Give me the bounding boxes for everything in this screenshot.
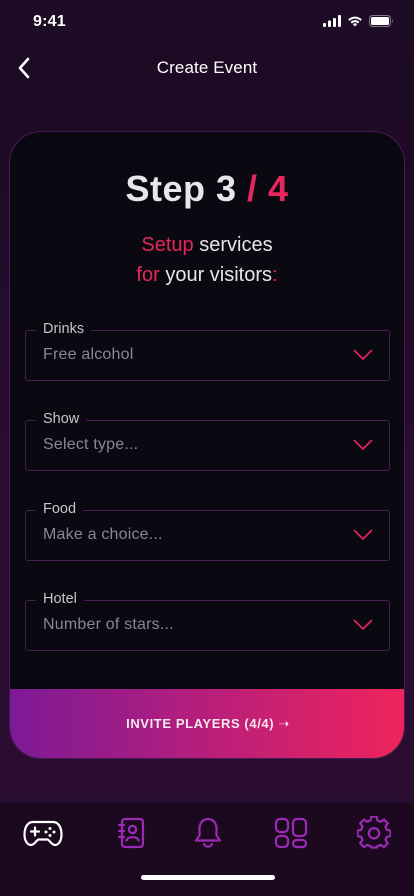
contacts-icon bbox=[117, 817, 145, 849]
wifi-icon bbox=[348, 16, 362, 27]
nav-notifications[interactable] bbox=[186, 815, 230, 851]
home-indicator bbox=[141, 875, 275, 880]
gamepad-icon bbox=[23, 820, 63, 847]
bell-icon bbox=[194, 817, 222, 848]
chevron-down-icon bbox=[353, 619, 373, 630]
hotel-label: Hotel bbox=[36, 590, 84, 608]
step-indicator: Step 3 / 4 bbox=[10, 168, 404, 210]
cellular-signal-icon bbox=[323, 15, 341, 27]
chevron-down-icon bbox=[353, 349, 373, 360]
drinks-label: Drinks bbox=[36, 320, 92, 338]
food-value: Make a choice... bbox=[43, 526, 163, 543]
subtitle-accent-for: for bbox=[136, 264, 160, 286]
food-select[interactable]: Food Make a choice... bbox=[25, 500, 390, 561]
page-title: Create Event bbox=[156, 58, 258, 77]
subtitle-text-visitors: your visitors bbox=[159, 264, 273, 286]
subtitle-line-2: for your visitors: bbox=[10, 260, 404, 290]
nav-dashboard[interactable] bbox=[269, 815, 313, 851]
hotel-select[interactable]: Hotel Number of stars... bbox=[25, 590, 390, 651]
header: Create Event bbox=[0, 44, 414, 92]
subtitle-colon: : bbox=[272, 264, 278, 286]
chevron-down-icon bbox=[353, 529, 373, 540]
hotel-value: Number of stars... bbox=[43, 616, 174, 633]
show-value: Select type... bbox=[43, 436, 139, 453]
drinks-value: Free alcohol bbox=[43, 346, 134, 363]
chevron-down-icon bbox=[353, 439, 373, 450]
dashboard-icon bbox=[274, 817, 308, 849]
subtitle-text-services: services bbox=[193, 234, 273, 256]
subtitle-line-1: Setup services bbox=[10, 230, 404, 260]
status-time: 9:41 bbox=[33, 13, 66, 30]
show-label: Show bbox=[36, 410, 87, 428]
step-separator: / bbox=[236, 168, 269, 209]
step-current: Step 3 bbox=[125, 168, 237, 209]
bottom-nav bbox=[0, 803, 414, 896]
services-card: Step 3 / 4 Setup services for your visit… bbox=[9, 131, 405, 759]
invite-players-button[interactable]: INVITE PLAYERS (4/4) ➝ bbox=[10, 689, 404, 758]
status-bar: 9:41 bbox=[0, 0, 414, 44]
food-label: Food bbox=[36, 500, 84, 518]
show-select[interactable]: Show Select type... bbox=[25, 410, 390, 471]
gear-icon bbox=[357, 816, 391, 849]
nav-games[interactable] bbox=[21, 815, 65, 851]
nav-contacts[interactable] bbox=[109, 815, 153, 851]
status-icons bbox=[323, 15, 394, 27]
step-total: 4 bbox=[268, 168, 289, 209]
subtitle: Setup services for your visitors: bbox=[10, 230, 404, 290]
nav-settings[interactable] bbox=[352, 815, 396, 851]
battery-icon bbox=[369, 15, 393, 27]
drinks-select[interactable]: Drinks Free alcohol bbox=[25, 320, 390, 381]
subtitle-accent-setup: Setup bbox=[141, 234, 194, 256]
